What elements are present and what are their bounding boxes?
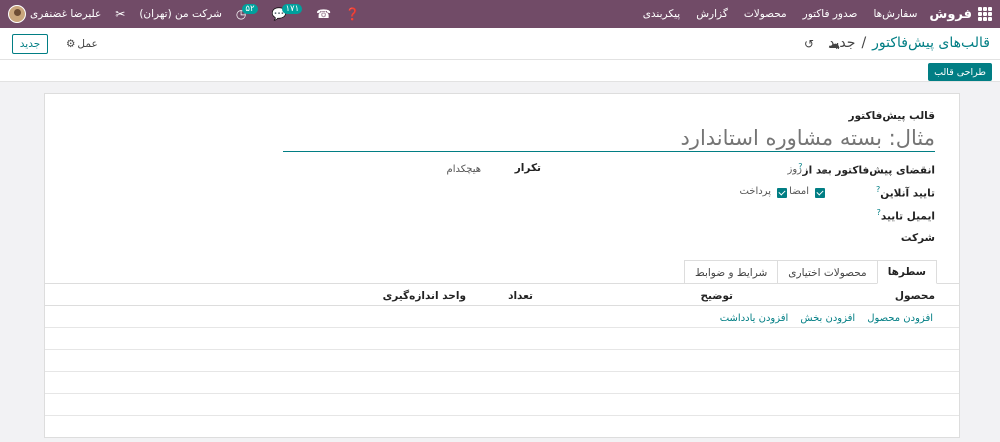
company-label: شرکت	[900, 232, 935, 244]
expiry-label: انقضای پیش‌فاکتور بعد از?	[798, 162, 935, 177]
col-uom[interactable]: واحد اندازه‌گیری	[383, 290, 466, 302]
lines-table-header: محصول توضیح تعداد واحد اندازه‌گیری	[45, 284, 959, 306]
message-badge: ۱۷۱	[282, 4, 303, 14]
add-line-links: افزودن محصول افزودن بخش افزودن یادداشت	[720, 313, 933, 324]
tab-lines[interactable]: سطرها	[876, 260, 937, 284]
table-row	[45, 328, 959, 350]
table-row	[45, 372, 959, 394]
gear-icon: ⚙	[66, 38, 76, 50]
tools-icon[interactable]: ✂	[115, 7, 125, 21]
phone-icon[interactable]: ☎	[316, 7, 331, 21]
breadcrumb-separator: /	[861, 35, 867, 51]
discard-icon[interactable]: ↺	[804, 37, 814, 51]
menu-products[interactable]: محصولات	[744, 8, 787, 20]
add-section-link[interactable]: افزودن بخش	[800, 313, 855, 324]
col-description[interactable]: توضیح	[700, 290, 733, 302]
action-label: عمل	[77, 38, 98, 50]
menu-configuration[interactable]: پیکربندی	[643, 8, 681, 20]
tab-terms[interactable]: شرایط و ضوابط	[684, 260, 779, 284]
col-product[interactable]: محصول	[895, 290, 935, 302]
app-name[interactable]: فروش	[929, 7, 972, 22]
user-name: علیرضا غضنفری	[30, 8, 102, 20]
recurrence-label: تکرار	[514, 162, 541, 174]
online-confirm-label: تایید آنلاین?	[876, 185, 935, 200]
activity-badge: ۵۲	[242, 4, 258, 14]
payment-label: پرداخت	[739, 186, 771, 197]
design-template-button[interactable]: طراحی قالب	[928, 63, 992, 81]
menu-orders[interactable]: سفارش‌ها	[873, 8, 917, 20]
messaging-menu[interactable]: 💬 ۱۷۱	[272, 4, 303, 21]
expiry-unit: روز	[787, 164, 803, 175]
section-label: قالب پیش‌فاکتور	[848, 110, 935, 122]
cloud-save-icon[interactable]: ☁	[828, 37, 840, 51]
apps-menu-icon[interactable]	[978, 7, 992, 21]
signature-checkbox[interactable]	[815, 188, 825, 198]
template-name-input[interactable]	[283, 124, 935, 152]
notebook-tabs: سطرها محصولات اختیاری شرایط و ضوابط	[684, 260, 937, 284]
help-icon[interactable]: ❓	[345, 7, 360, 21]
user-menu[interactable]: علیرضا غضنفری	[8, 5, 101, 23]
activity-menu[interactable]: ◷ ۵۲	[236, 4, 258, 21]
email-confirm-label: ایمیل تایید?	[876, 208, 935, 223]
record-actions: ↺ ☁	[804, 37, 840, 51]
menu-reporting[interactable]: گزارش	[696, 8, 728, 20]
add-note-link[interactable]: افزودن یادداشت	[720, 313, 789, 324]
form-sheet: قالب پیش‌فاکتور انقضای پیش‌فاکتور بعد از…	[44, 93, 960, 438]
company-switcher[interactable]: شرکت من (تهران)	[139, 8, 222, 20]
top-navbar: فروش سفارش‌ها صدور فاکتور محصولات گزارش …	[0, 0, 1000, 28]
control-panel: قالب‌های پیش‌فاکتور / جدید ↺ ☁ جدید ⚙ عم…	[0, 28, 1000, 60]
payment-checkbox[interactable]	[777, 188, 787, 198]
expiry-bullet	[822, 170, 826, 174]
recurrence-field[interactable]: هیچکدام	[447, 164, 482, 175]
new-button[interactable]: جدید	[12, 34, 48, 54]
form-statusbar: طراحی قالب	[0, 60, 1000, 82]
col-quantity[interactable]: تعداد	[508, 290, 533, 302]
action-menu[interactable]: ⚙ عمل	[66, 38, 98, 50]
signature-label: امضا	[789, 186, 809, 197]
table-row	[45, 350, 959, 372]
menu-invoicing[interactable]: صدور فاکتور	[803, 8, 858, 20]
user-avatar	[8, 5, 26, 23]
main-menu: سفارش‌ها صدور فاکتور محصولات گزارش پیکرب…	[643, 8, 918, 20]
add-product-link[interactable]: افزودن محصول	[867, 313, 933, 324]
navbar-systray: علیرضا غضنفری ✂ شرکت من (تهران) ◷ ۵۲ 💬 ۱…	[8, 0, 360, 28]
table-row	[45, 394, 959, 416]
breadcrumb-parent[interactable]: قالب‌های پیش‌فاکتور	[872, 35, 990, 51]
breadcrumb: قالب‌های پیش‌فاکتور / جدید	[828, 35, 990, 51]
tab-optional-products[interactable]: محصولات اختیاری	[777, 260, 878, 284]
